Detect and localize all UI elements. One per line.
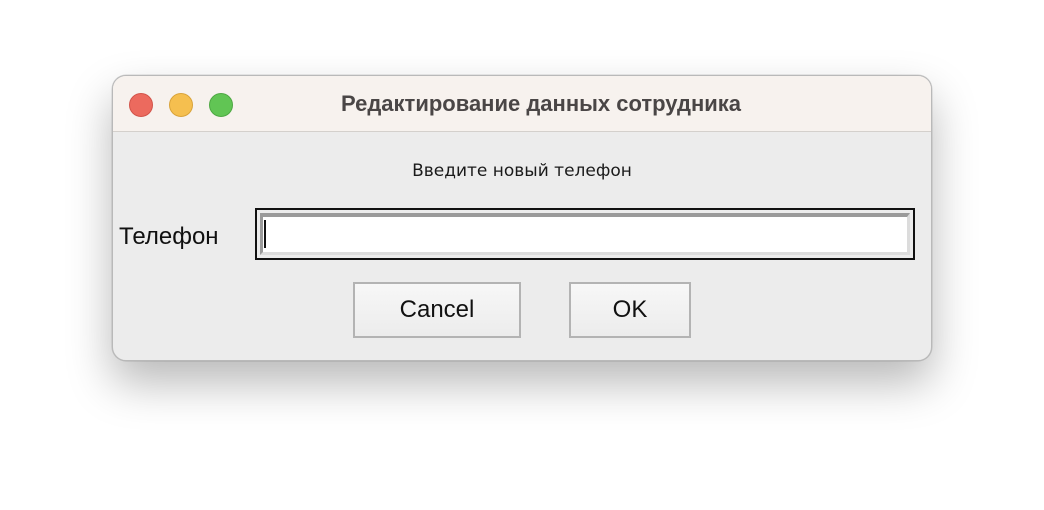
ok-button[interactable]: OK (569, 282, 691, 338)
phone-input[interactable] (260, 213, 910, 255)
phone-input-frame (255, 208, 915, 260)
window-title: Редактирование данных сотрудника (340, 91, 742, 116)
cancel-button[interactable]: Cancel (353, 282, 521, 338)
dialog-window: Редактирование данных сотрудника Введите… (112, 75, 932, 361)
text-caret (264, 220, 266, 248)
title-bar[interactable]: Редактирование данных сотрудника (113, 76, 931, 132)
phone-field-label: Телефон (119, 223, 219, 250)
prompt-text: Введите новый телефон (412, 161, 632, 181)
